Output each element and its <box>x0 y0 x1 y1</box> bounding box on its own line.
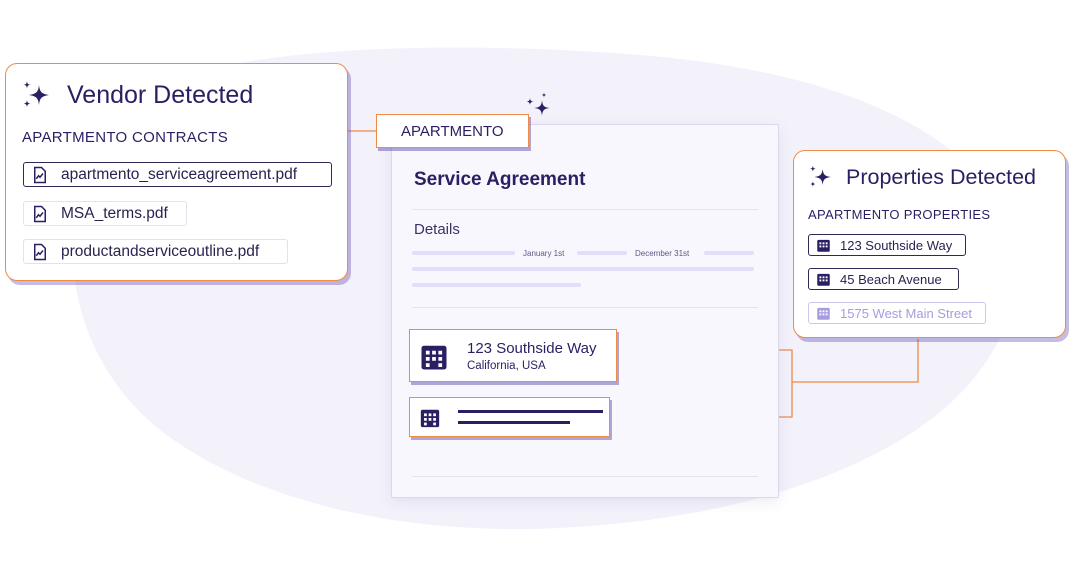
building-icon <box>817 307 830 320</box>
document-title: Service Agreement <box>414 169 586 190</box>
building-icon <box>420 409 440 428</box>
placeholder-line <box>412 283 581 287</box>
sparkle-icon <box>23 81 49 108</box>
property-name: 123 Southside Way <box>840 237 953 253</box>
vendor-tag[interactable]: APARTMENTO <box>376 114 529 148</box>
start-date: January 1st <box>523 249 565 258</box>
placeholder-line <box>458 410 603 413</box>
building-icon <box>817 239 830 252</box>
building-icon <box>421 345 447 370</box>
vendor-card-subtitle: APARTMENTO CONTRACTS <box>22 129 229 146</box>
property-chip[interactable]: 1575 West Main Street <box>808 302 986 324</box>
pdf-file-icon <box>34 166 46 183</box>
address-card-placeholder[interactable] <box>409 397 610 437</box>
pdf-file-icon <box>34 243 46 260</box>
placeholder-line <box>577 251 627 255</box>
file-chip[interactable]: MSA_terms.pdf <box>23 201 187 226</box>
pdf-file-icon <box>34 205 46 222</box>
address-card[interactable]: 123 Southside Way California, USA <box>409 329 617 382</box>
property-chip[interactable]: 45 Beach Avenue <box>808 268 959 290</box>
placeholder-line <box>458 421 570 424</box>
property-name: 45 Beach Avenue <box>840 271 942 287</box>
sparkle-icon <box>809 165 831 187</box>
file-chip[interactable]: apartmento_serviceagreement.pdf <box>23 162 332 187</box>
file-name: MSA_terms.pdf <box>61 204 168 222</box>
building-icon <box>817 273 830 286</box>
divider <box>412 209 758 210</box>
address-street: 123 Southside Way <box>467 340 597 357</box>
property-chip[interactable]: 123 Southside Way <box>808 234 966 256</box>
file-name: productandserviceoutline.pdf <box>61 242 260 260</box>
placeholder-line <box>412 267 754 271</box>
properties-card-title: Properties Detected <box>846 165 1037 189</box>
divider <box>412 307 758 308</box>
address-region: California, USA <box>467 360 546 372</box>
end-date: December 31st <box>635 249 690 258</box>
vendor-card-title: Vendor Detected <box>67 81 254 109</box>
property-name: 1575 West Main Street <box>840 305 972 321</box>
vendor-detected-card: Vendor Detected APARTMENTO CONTRACTS apa… <box>5 63 348 281</box>
details-heading: Details <box>414 221 460 238</box>
properties-card-subtitle: APARTMENTO PROPERTIES <box>808 207 991 222</box>
file-chip[interactable]: productandserviceoutline.pdf <box>23 239 288 264</box>
file-name: apartmento_serviceagreement.pdf <box>61 165 298 183</box>
vendor-tag-label: APARTMENTO <box>401 122 504 140</box>
properties-detected-card: Properties Detected APARTMENTO PROPERTIE… <box>793 150 1066 338</box>
service-agreement-document: Service Agreement Details January 1st De… <box>391 124 779 498</box>
placeholder-line <box>412 251 515 255</box>
placeholder-line <box>704 251 754 255</box>
divider <box>412 476 758 477</box>
